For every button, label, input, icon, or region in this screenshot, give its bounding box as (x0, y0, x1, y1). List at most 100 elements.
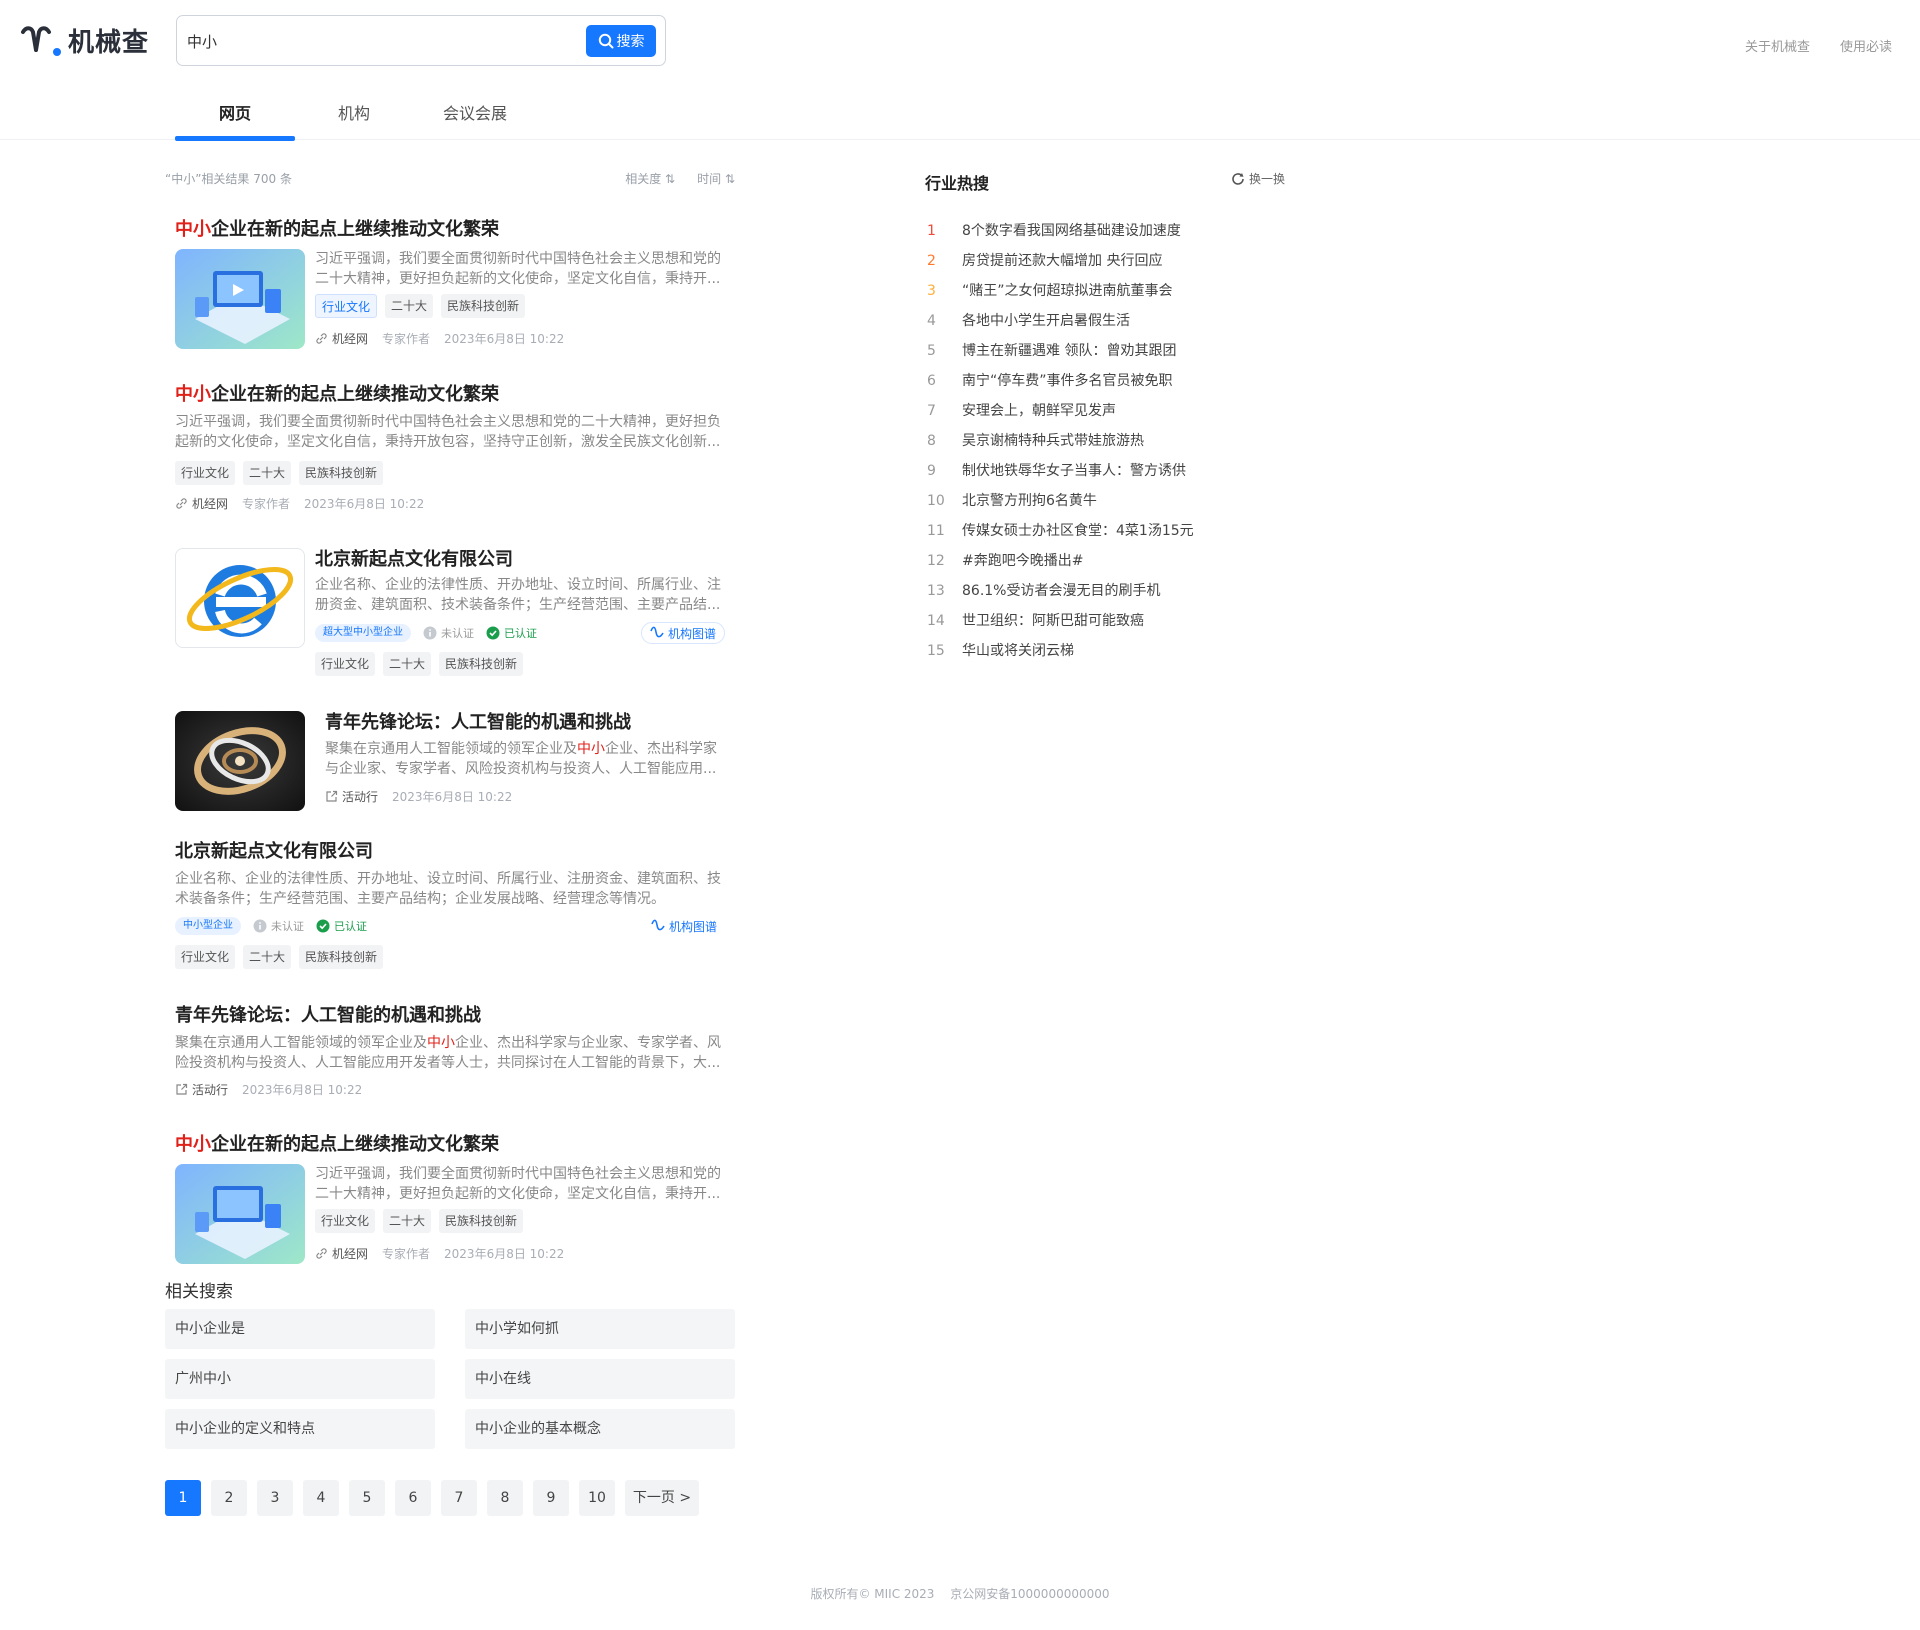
tag[interactable]: 民族科技创新 (299, 945, 384, 969)
result-title[interactable]: 北京新起点文化有限公司 (315, 548, 513, 572)
result-title[interactable]: 中小企业在新的起点上继续推动文化繁荣 (175, 218, 725, 242)
event-thumbnail[interactable] (175, 711, 305, 811)
sort-time[interactable]: 时间 ⇅ (697, 170, 735, 187)
page-button[interactable]: 6 (395, 1480, 431, 1516)
related-item[interactable]: 中小企业的基本概念 (465, 1409, 735, 1449)
hot-item[interactable]: 4 各地中小学生开启暑假生活 (925, 306, 1285, 336)
related-item[interactable]: 中小企业是 (165, 1309, 435, 1349)
hot-item[interactable]: 12 #奔跑吧今晚播出# (925, 546, 1285, 576)
tab-conference[interactable]: 会议会展 (413, 100, 537, 138)
result-title[interactable]: 北京新起点文化有限公司 (175, 840, 725, 864)
hot-item-text: #奔跑吧今晚播出# (962, 553, 1084, 569)
rank-number: 9 (927, 463, 936, 479)
related-item[interactable]: 广州中小 (165, 1359, 435, 1399)
hot-item[interactable]: 10 北京警方刑拘6名黄牛 (925, 486, 1285, 516)
certified-label: 已认证 (334, 920, 367, 933)
hot-item[interactable]: 6 南宁“停车费”事件多名官员被免职 (925, 366, 1285, 396)
article-thumbnail[interactable] (175, 1164, 305, 1264)
hot-item[interactable]: 3 “赌王”之女何超琼拟进南航董事会 (925, 276, 1285, 306)
tag[interactable]: 行业文化 (175, 945, 236, 969)
org-logo[interactable] (175, 548, 305, 648)
article-thumbnail[interactable] (175, 249, 305, 349)
sort-relevance[interactable]: 相关度 ⇅ (625, 170, 675, 187)
hot-item[interactable]: 8 吴京谢楠特种兵式带娃旅游热 (925, 426, 1285, 456)
tag[interactable]: 民族科技创新 (439, 1209, 524, 1233)
source-name[interactable]: 机经网 (332, 330, 368, 347)
result-description: 习近平强调，我们要全面贯彻新时代中国特色社会主义思想和党的二十大精神，更好担负起… (315, 1166, 721, 1202)
logo[interactable]: 机械查 (20, 22, 149, 59)
sort-controls: 相关度 ⇅ 时间 ⇅ (625, 170, 735, 187)
rank-number: 14 (927, 613, 945, 629)
hot-item[interactable]: 9 制伏地铁辱华女子当事人：警方诱供 (925, 456, 1285, 486)
page-button[interactable]: 1 (165, 1480, 201, 1516)
page-button[interactable]: 2 (211, 1480, 247, 1516)
hot-item[interactable]: 13 86.1%受访者会漫无目的刷手机 (925, 576, 1285, 606)
related-item[interactable]: 中小在线 (465, 1359, 735, 1399)
related-item[interactable]: 中小学如何抓 (465, 1309, 735, 1349)
hot-item[interactable]: 14 世卫组织：阿斯巴甜可能致癌 (925, 606, 1285, 636)
computer-illustration-icon (175, 1164, 305, 1264)
rank-number: 4 (927, 313, 936, 329)
publish-time: 2023年6月8日 10:22 (444, 332, 565, 346)
tag[interactable]: 行业文化 (315, 294, 378, 318)
search-button-label: 搜索 (616, 34, 645, 50)
page-button[interactable]: 3 (257, 1480, 293, 1516)
page-button[interactable]: 7 (441, 1480, 477, 1516)
result-tabs: 网页 机构 会议会展 (175, 100, 537, 141)
hot-item[interactable]: 15 华山或将关闭云梯 (925, 636, 1285, 666)
tag[interactable]: 二十大 (383, 1209, 432, 1233)
refresh-button[interactable]: 换一换 (1231, 170, 1285, 187)
hot-item[interactable]: 5 博主在新疆遇难 领队：曾劝其跟团 (925, 336, 1285, 366)
about-link[interactable]: 关于机械查 (1745, 36, 1810, 55)
tag[interactable]: 二十大 (385, 294, 434, 318)
tag[interactable]: 行业文化 (315, 652, 376, 676)
tag[interactable]: 民族科技创新 (439, 652, 524, 676)
page-button[interactable]: 10 (579, 1480, 615, 1516)
tag[interactable]: 行业文化 (315, 1209, 376, 1233)
hot-item-text: 南宁“停车费”事件多名官员被免职 (962, 373, 1173, 389)
tag[interactable]: 民族科技创新 (299, 461, 384, 485)
result-title[interactable]: 青年先锋论坛：人工智能的机遇和挑战 (325, 711, 631, 735)
hot-item[interactable]: 11 传媒女硕士办社区食堂：4菜1汤15元 (925, 516, 1285, 546)
page-button[interactable]: 8 (487, 1480, 523, 1516)
next-page-button[interactable]: 下一页 > (625, 1480, 699, 1516)
org-graph-link[interactable]: 机构图谱 (643, 915, 725, 937)
hot-item[interactable]: 2 房贷提前还款大幅增加 央行回应 (925, 246, 1285, 276)
page-button[interactable]: 9 (533, 1480, 569, 1516)
page-button[interactable]: 5 (349, 1480, 385, 1516)
rank-number: 13 (927, 583, 945, 599)
result-title[interactable]: 中小企业在新的起点上继续推动文化繁荣 (175, 1133, 725, 1157)
result-title[interactable]: 青年先锋论坛：人工智能的机遇和挑战 (175, 1004, 725, 1028)
hot-item[interactable]: 7 安理会上，朝鲜罕见发声 (925, 396, 1285, 426)
tag[interactable]: 民族科技创新 (441, 294, 526, 318)
result-source: 机经网 专家作者 2023年6月8日 10:22 (315, 330, 564, 347)
tab-web[interactable]: 网页 (175, 100, 295, 141)
title-highlight: 中小 (175, 219, 211, 240)
uncertified-badge: 未认证 (253, 918, 304, 934)
search-input[interactable] (187, 26, 557, 56)
tag-list: 行业文化 二十大 民族科技创新 (315, 652, 524, 676)
desc-highlight: 中小 (427, 1035, 455, 1051)
source-name[interactable]: 机经网 (192, 495, 228, 512)
guide-link[interactable]: 使用必读 (1840, 36, 1892, 55)
source-name[interactable]: 机经网 (332, 1245, 368, 1262)
source-name[interactable]: 活动行 (342, 788, 378, 805)
hot-item-text: 吴京谢楠特种兵式带娃旅游热 (962, 433, 1144, 449)
tag[interactable]: 二十大 (383, 652, 432, 676)
tag[interactable]: 行业文化 (175, 461, 236, 485)
page-button[interactable]: 4 (303, 1480, 339, 1516)
rank-number: 2 (927, 253, 936, 269)
title-text: 企业在新的起点上继续推动文化繁荣 (211, 219, 499, 240)
related-item[interactable]: 中小企业的定义和特点 (165, 1409, 435, 1449)
org-graph-link[interactable]: 机构图谱 (640, 622, 725, 644)
author: 专家作者 (382, 332, 431, 346)
icp-record[interactable]: 京公网安备1000000000000 (950, 1587, 1109, 1601)
tab-org[interactable]: 机构 (295, 100, 413, 138)
result-title[interactable]: 中小企业在新的起点上继续推动文化繁荣 (175, 383, 725, 407)
brand-name: 机械查 (68, 28, 150, 58)
tag[interactable]: 二十大 (243, 461, 292, 485)
source-name[interactable]: 活动行 (192, 1081, 228, 1098)
search-button[interactable]: 搜索 (586, 25, 656, 57)
tag[interactable]: 二十大 (243, 945, 292, 969)
hot-item[interactable]: 1 8个数字看我国网络基础建设加速度 (925, 216, 1285, 246)
